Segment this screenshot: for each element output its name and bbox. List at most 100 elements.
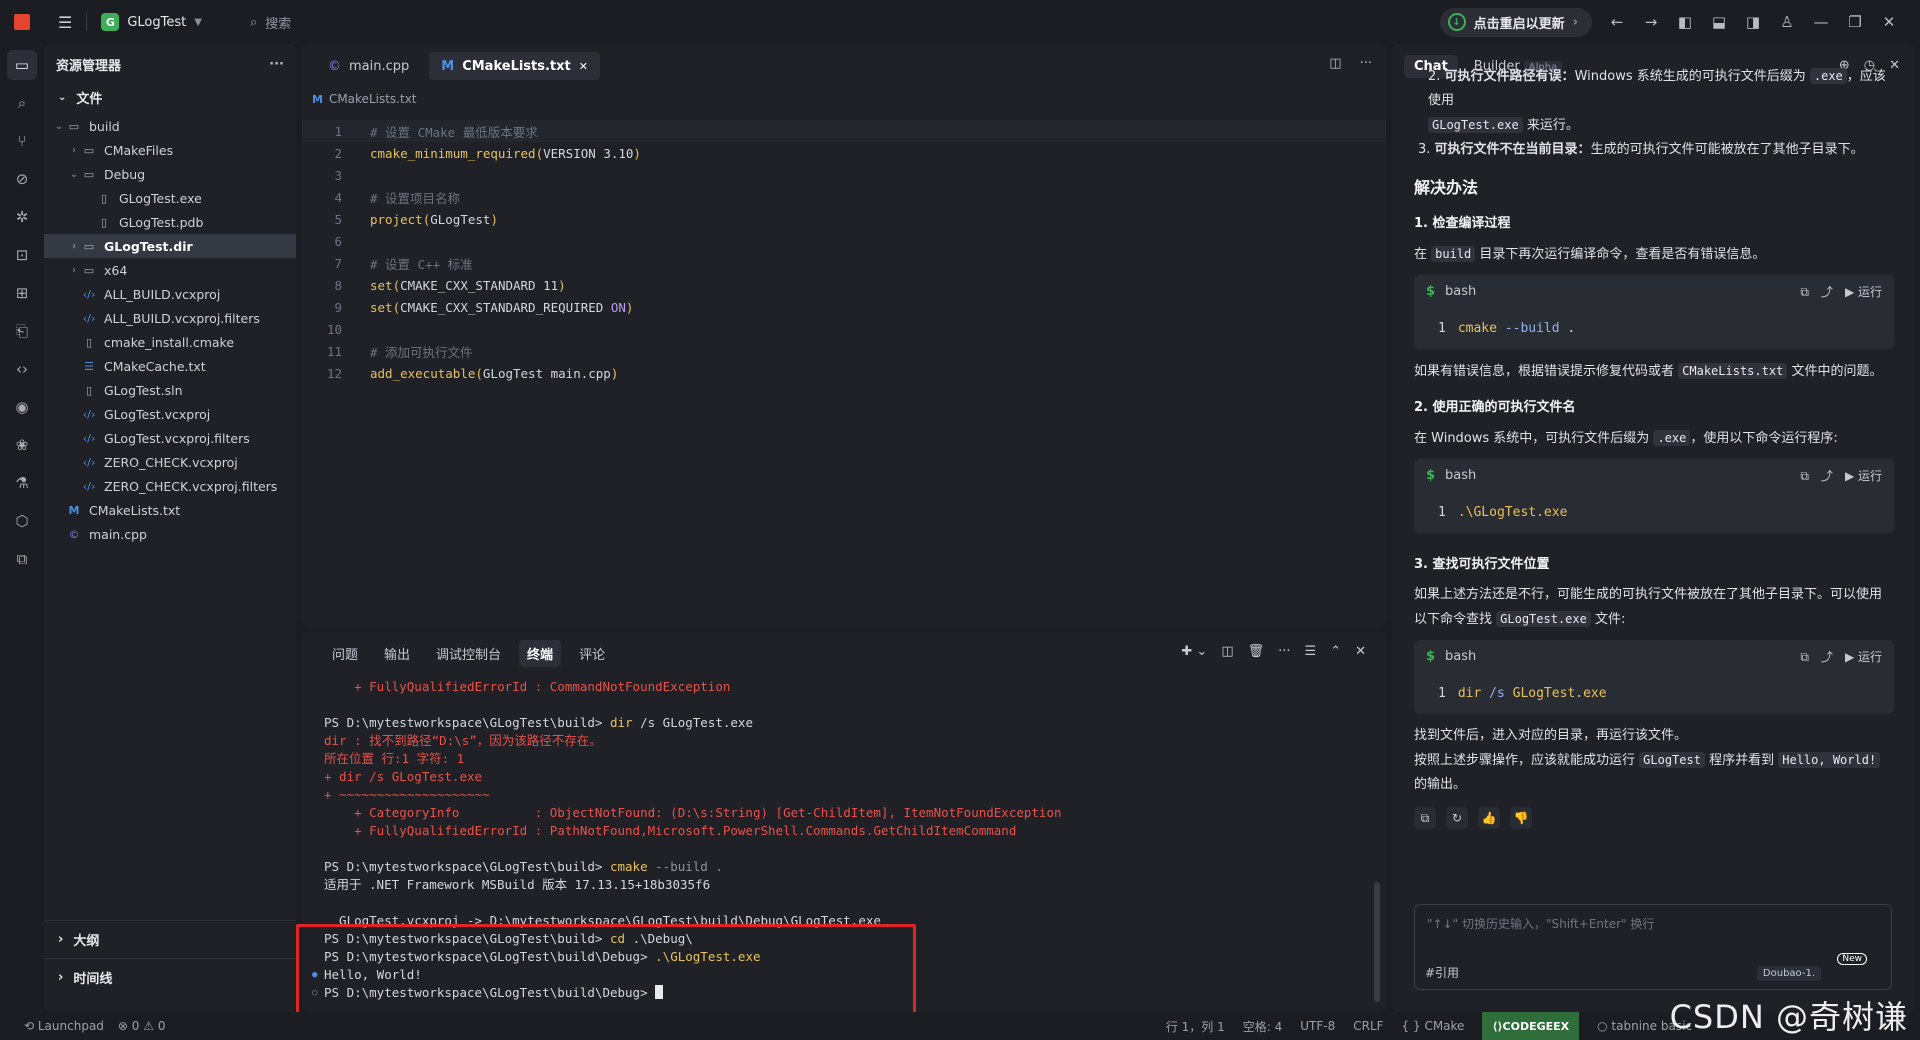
tab-cmakelists[interactable]: M CMakeLists.txt ✕ [429, 52, 600, 80]
tree-folder[interactable]: › ▭ GLogTest.dir [44, 234, 296, 258]
tree-file[interactable]: M CMakeLists.txt [44, 498, 296, 522]
tree-file[interactable]: ‹/› ALL_BUILD.vcxproj.filters [44, 306, 296, 330]
code-line[interactable]: 9 set(CMAKE_CXX_STANDARD_REQUIRED ON) [302, 296, 1386, 318]
run-button[interactable]: ▶ 运行 [1845, 464, 1882, 488]
tree-file[interactable]: ▯ GLogTest.sln [44, 378, 296, 402]
run-button[interactable]: ▶ 运行 [1845, 645, 1882, 669]
code-line[interactable]: 6 [302, 230, 1386, 252]
code-line[interactable]: 1 # 设置 CMake 最低版本要求 [302, 120, 1386, 142]
launchpad-item[interactable]: ⟲ Launchpad [24, 1019, 104, 1033]
close-panel-icon[interactable]: ✕ [1355, 644, 1366, 659]
copy-icon[interactable]: ⧉ [1800, 464, 1809, 488]
model-selector[interactable]: Doubao-1. [1756, 966, 1821, 981]
chat-input[interactable]: "↑↓" 切换历史输入，"Shift+Enter" 换行 #引用 Doubao-… [1414, 904, 1892, 990]
tree-file[interactable]: ☰ CMakeCache.txt [44, 354, 296, 378]
ai-icon[interactable]: ❀ [7, 430, 37, 460]
tree-folder[interactable]: ⌄ ▭ Debug [44, 162, 296, 186]
terminal-scrollbar[interactable] [1374, 882, 1380, 1002]
new-terminal-icon[interactable]: ✚ ⌄ [1181, 644, 1207, 659]
panel-tab[interactable]: 终端 [519, 639, 562, 667]
tree-file[interactable]: ‹/› ZERO_CHECK.vcxproj [44, 450, 296, 474]
panel-tab[interactable]: 输出 [376, 640, 418, 667]
code-area[interactable]: 1 # 设置 CMake 最低版本要求 2 cmake_minimum_require… [302, 120, 1386, 384]
toggle-secondary-sidebar-icon[interactable]: ◨ [1744, 13, 1762, 31]
run-icon[interactable]: ◉ [7, 392, 37, 422]
files-section-header[interactable]: ⌄ 文件 [44, 84, 296, 110]
source-control-icon[interactable]: ⑂ [7, 126, 37, 156]
tree-file[interactable]: ‹/› ALL_BUILD.vcxproj [44, 282, 296, 306]
code-line[interactable]: 5 project(GLogTest) [302, 208, 1386, 230]
copy-icon[interactable]: ⧉ [1800, 280, 1809, 304]
project-switcher[interactable]: G GLogTest ▼ [101, 13, 202, 31]
code-line[interactable]: 2 cmake_minimum_required(VERSION 3.10) [302, 142, 1386, 164]
indentation[interactable]: 空格: 4 [1243, 1018, 1283, 1035]
panel-tab[interactable]: 调试控制台 [428, 640, 509, 667]
explorer-icon[interactable]: ▭ [7, 50, 37, 80]
minimize-icon[interactable]: — [1812, 13, 1830, 31]
close-tab-icon[interactable]: ✕ [579, 60, 588, 73]
insert-icon[interactable]: ⤴ [1821, 280, 1833, 304]
code-line[interactable]: 12 add_executable(GLogTest main.cpp) [302, 362, 1386, 384]
bookmark-icon[interactable]: ⎗ [7, 316, 37, 346]
insert-icon[interactable]: ⤴ [1821, 464, 1833, 488]
cube-icon[interactable]: ⬡ [7, 506, 37, 536]
toggle-sidebar-icon[interactable]: ◧ [1676, 13, 1694, 31]
tree-folder[interactable]: ⌄ ▭ build [44, 114, 296, 138]
panel-tab[interactable]: 评论 [571, 640, 613, 667]
encoding[interactable]: UTF-8 [1300, 1019, 1335, 1033]
more-icon[interactable]: ··· [1278, 644, 1290, 659]
code-line[interactable]: 11 # 添加可执行文件 [302, 340, 1386, 362]
close-icon[interactable]: ✕ [1880, 13, 1898, 31]
account-icon[interactable]: ♙ [1778, 13, 1796, 31]
extensions-icon[interactable]: ⊞ [7, 278, 37, 308]
tree-file[interactable]: ▯ cmake_install.cmake [44, 330, 296, 354]
cursor-position[interactable]: 行 1，列 1 [1166, 1018, 1225, 1035]
tree-file[interactable]: © main.cpp [44, 522, 296, 546]
restart-update-button[interactable]: ↓ 点击重启以更新 › [1439, 7, 1592, 37]
back-arrow-icon[interactable]: ← [1608, 13, 1626, 31]
tab-main-cpp[interactable]: © main.cpp [316, 52, 421, 80]
preview-icon[interactable]: ⧉ [7, 544, 37, 574]
code-line[interactable]: 10 [302, 318, 1386, 340]
tree-folder[interactable]: › ▭ CMakeFiles [44, 138, 296, 162]
tree-file[interactable]: ‹/› GLogTest.vcxproj.filters [44, 426, 296, 450]
split-editor-icon[interactable]: ◫ [1329, 56, 1341, 71]
remote-icon[interactable]: ⊘ [7, 164, 37, 194]
code-line[interactable]: 4 # 设置项目名称 [302, 186, 1386, 208]
more-icon[interactable]: ··· [269, 57, 284, 72]
tree-file[interactable]: ‹/› ZERO_CHECK.vcxproj.filters [44, 474, 296, 498]
copy-icon[interactable]: ⧉ [1800, 645, 1809, 669]
thumbs-up-icon[interactable]: 👍 [1478, 807, 1500, 829]
trash-icon[interactable]: 🗑 [1248, 644, 1265, 659]
problems-item[interactable]: ⊗ 0 ⚠ 0 [118, 1019, 166, 1033]
timeline-section[interactable]: › 时间线 [44, 958, 296, 996]
run-button[interactable]: ▶ 运行 [1845, 280, 1882, 304]
restore-icon[interactable]: ❐ [1846, 13, 1864, 31]
insert-icon[interactable]: ⤴ [1821, 645, 1833, 669]
line-ending[interactable]: CRLF [1353, 1019, 1383, 1033]
menu-icon[interactable]: ☰ [58, 13, 72, 32]
reference-button[interactable]: #引用 [1425, 964, 1459, 981]
tree-file[interactable]: ▯ GLogTest.exe [44, 186, 296, 210]
codegeex-badge[interactable]: ⟨⟩ CODEGEEX [1482, 1012, 1580, 1040]
tree-folder[interactable]: › ▭ x64 [44, 258, 296, 282]
forward-arrow-icon[interactable]: → [1642, 13, 1660, 31]
code-line[interactable]: 3 [302, 164, 1386, 186]
search-box[interactable]: ⌕ 搜索 [250, 13, 291, 32]
tree-file[interactable]: ▯ GLogTest.pdb [44, 210, 296, 234]
maximize-panel-icon[interactable]: ⌃ [1330, 644, 1341, 659]
split-terminal-icon[interactable]: ◫ [1221, 644, 1233, 659]
tests-icon[interactable]: ⚗ [7, 468, 37, 498]
copy-icon[interactable]: ⧉ [1414, 807, 1436, 829]
regenerate-icon[interactable]: ↻ [1446, 807, 1468, 829]
thumbs-down-icon[interactable]: 👎 [1510, 807, 1532, 829]
monitor-icon[interactable]: ⊡ [7, 240, 37, 270]
code-icon[interactable]: ‹› [7, 354, 37, 384]
outline-section[interactable]: › 大纲 [44, 920, 296, 958]
settings-sliders-icon[interactable]: ☰ [1305, 644, 1317, 659]
breadcrumb-file[interactable]: CMakeLists.txt [329, 92, 417, 106]
tree-file[interactable]: ‹/› GLogTest.vcxproj [44, 402, 296, 426]
debug-icon[interactable]: ✲ [7, 202, 37, 232]
toggle-panel-icon[interactable]: ⬓ [1710, 13, 1728, 31]
search-icon[interactable]: ⌕ [7, 88, 37, 118]
